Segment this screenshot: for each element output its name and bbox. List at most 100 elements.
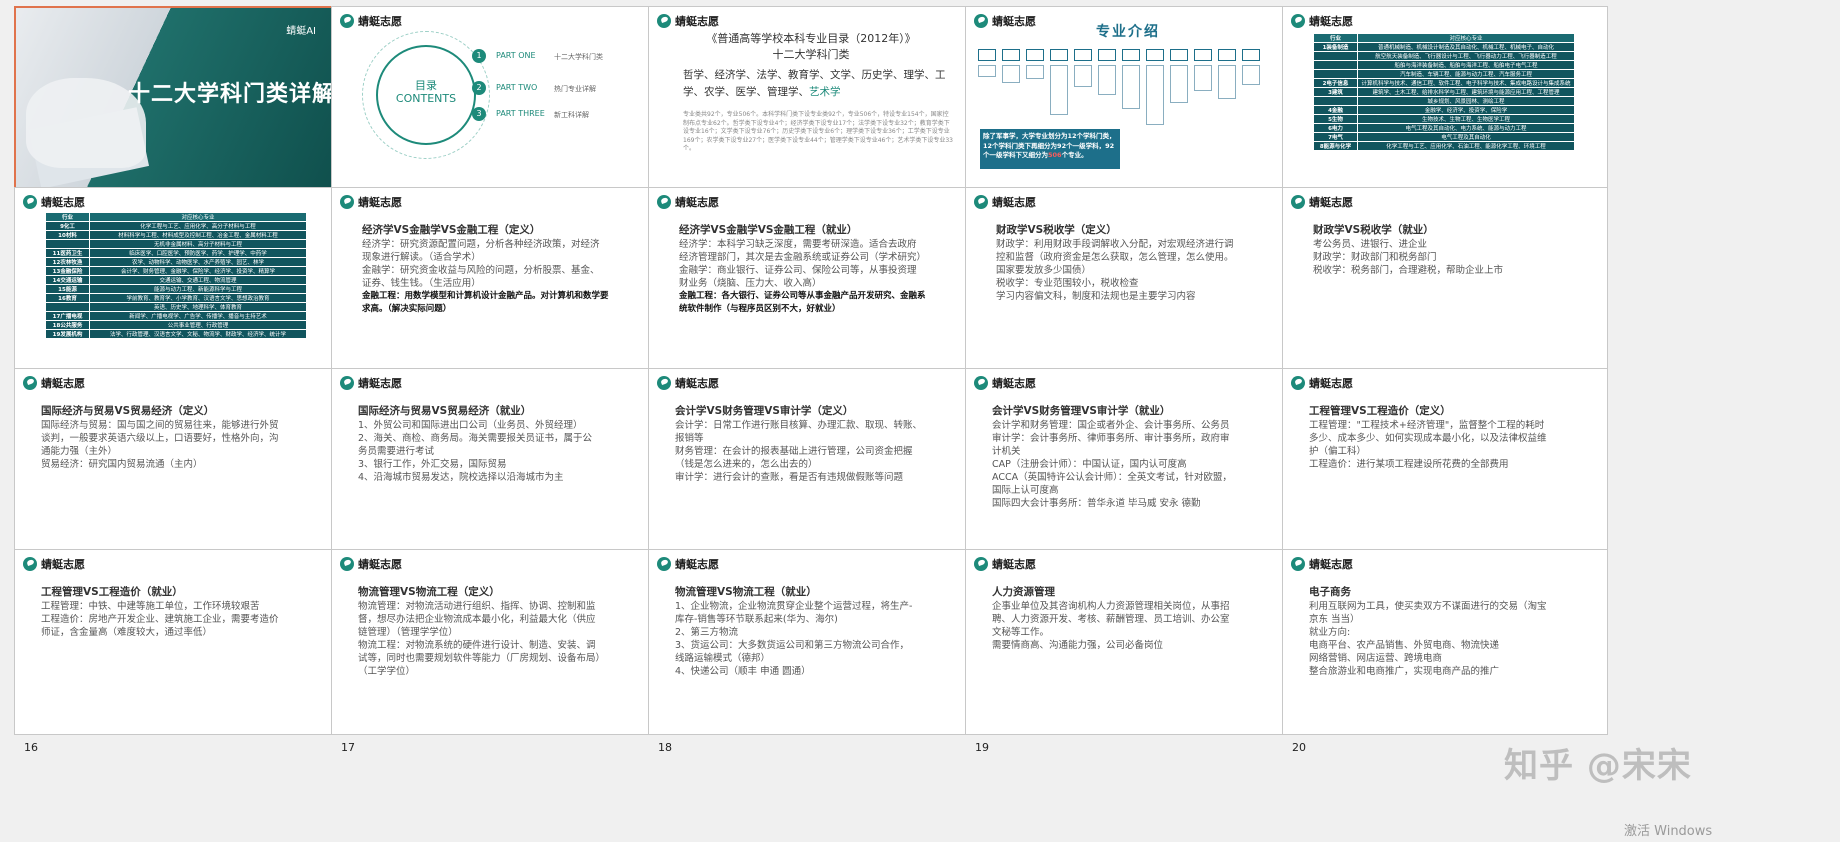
slide-logo: 蜻蜓志愿 (23, 375, 85, 391)
body-line: 通能力强（主外） (41, 446, 118, 457)
slide-thumbnail[interactable]: 蜻蜓志愿 目录 CONTENTS 1 PART ONE 十二大学科门类 2 PART TWO 热… (331, 6, 657, 192)
slide-thumbnail[interactable]: 蜻蜓志愿 人力资源管理 企事业单位及其咨询机构人力资源管理相关岗位，从事招 聘、人力资… (965, 549, 1291, 735)
body-line: 财业务（烧脑、压力大、收入高） (679, 278, 822, 289)
logo-text: 蜻蜓志愿 (675, 377, 719, 390)
toc-desc: 新工科详解 (554, 111, 589, 119)
slide-body: 经济学：本科学习缺乏深度，需要考研深造。适合去政府 经济管理部门，其次是去金融系统… (679, 238, 951, 316)
table-row: 9化工 化学工程与工艺、应用化学、高分子材料与工程 (45, 221, 307, 231)
slide-title: 经济学VS金融学VS金融工程（定义） (362, 224, 541, 236)
table-cell: 电气工程及其自动化 (1357, 132, 1575, 142)
slide-body: 企事业单位及其咨询机构人力资源管理相关岗位，从事招 聘、人力资源开发、考核、薪酬管… (992, 600, 1268, 652)
logo-text: 蜻蜓志愿 (1309, 377, 1353, 390)
dragonfly-logo-icon (974, 376, 988, 390)
slide-thumbnail-cell[interactable]: 蜻蜓志愿 人力资源管理 企事业单位及其咨询机构人力资源管理相关岗位，从事招 聘、人力资… (965, 549, 1291, 761)
slide-thumbnail[interactable]: 蜻蜓志愿 《普通高等学校本科专业目录（2012年）》 十二大学科门类 哲学、经济学、法… (648, 6, 974, 192)
dragonfly-logo-icon (340, 557, 354, 571)
slide-title: 人力资源管理 (992, 586, 1055, 598)
slide-logo: 蜻蜓志愿 (657, 375, 719, 391)
slide-thumbnail[interactable]: 蜻蜓志愿 国际经济与贸易VS贸易经济（定义） 国际经济与贸易：国与国之间的贸易往来，… (14, 368, 340, 554)
slide-thumbnail[interactable]: 蜻蜓志愿 财政学VS税收学（定义） 财政学：利用财政手段调解收入分配，对宏观经济进行… (965, 187, 1291, 373)
dragonfly-logo-icon (1291, 557, 1305, 571)
table-cell (1313, 96, 1358, 106)
discipline-box (1218, 49, 1236, 61)
slide-thumbnail[interactable]: 蜻蜓志愿 会计学VS财务管理VS审计学（就业） 会计学和财务管理：国企或者外企、会计… (965, 368, 1291, 554)
table-cell: 化学工程与工艺、应用化学、石油工程、能源化学工程、环境工程 (1357, 141, 1575, 151)
discipline-box (1074, 49, 1092, 61)
body-line: 经济管理部门，其次是去金融系统或证券公司（学术研究） (679, 252, 927, 263)
slide-logo: 蜻蜓志愿 (340, 13, 402, 29)
slide-title: 电子商务 (1309, 586, 1351, 598)
table-cell: 12农林牧渔 (45, 257, 90, 267)
slide-logo: 蜻蜓志愿 (23, 194, 85, 210)
table-row: 无机非金属材料、高分子材料与工程 (45, 239, 307, 249)
slide-thumbnail[interactable]: 蜻蜓志愿 工程管理VS工程造价（定义） 工程管理："工程技术+经济管理"，监督整个工… (1282, 368, 1608, 554)
slide-thumbnail[interactable]: 蜻蜓AI 十二大学科门类详解 (14, 6, 340, 192)
slide-body: 经济学：研究资源配置问题，分析各种经济政策，对经济 现象进行解读。（适合学术） 金融… (362, 238, 634, 316)
table-row: 11医药卫生 临床医学、口腔医学、预防医学、药学、护理学、中药学 (45, 248, 307, 258)
body-line: 3、银行工作，外汇交易，国际贸易 (358, 459, 507, 470)
slide-thumbnail[interactable]: 蜻蜓志愿 电子商务 利用互联网为工具，使买卖双方不谋面进行的交易（淘宝 京东 当当） 就… (1282, 549, 1608, 735)
table-cell (1313, 69, 1358, 79)
body-line: 学习内容偏文科，制度和法规也是主要学习内容 (996, 291, 1196, 302)
slide-thumbnail-cell[interactable]: 蜻蜓志愿 工程管理VS工程造价（就业） 工程管理：中铁、中建等施工单位，工作环境较艰… (14, 549, 340, 761)
table-cell: 城乡规划、风景园林、测绘工程 (1357, 96, 1575, 106)
slide-thumbnail-cell[interactable]: 蜻蜓志愿 物流管理VS物流工程（定义） 物流管理：对物流活动进行组织、指挥、协调、控… (331, 549, 657, 761)
table-cell: 7电气 (1313, 132, 1358, 142)
slide-title: 物流管理VS物流工程（就业） (675, 586, 817, 598)
table-row: 2电子信息 计算机科学与技术、通信工程、软件工程、电子科学与技术、集成电路设计与集… (1313, 78, 1575, 88)
table-row: 17广播电视 新闻学、广播电视学、广告学、传播学、播音与主持艺术 (45, 311, 307, 321)
slide-thumbnail[interactable]: 蜻蜓志愿 经济学VS金融学VS金融工程（就业） 经济学：本科学习缺乏深度，需要考研深… (648, 187, 974, 373)
discipline-branch (1026, 65, 1044, 79)
table-cell: 船舶与海洋装备制造、船舶与海洋工程、船舶电子电气工程 (1357, 60, 1575, 70)
body-line: 库存-销售等环节联系起来(华为、海尔) (675, 614, 838, 625)
discipline-branch (1170, 65, 1188, 103)
body-line: 4、沿海城市贸易发达，院校选择以沿海城市为主 (358, 472, 564, 483)
body-line: 需要情商高、沟通能力强，公司必备岗位 (992, 640, 1164, 651)
body-line: 1、外贸公司和国际进出口公司（业务员、外贸经理） (358, 420, 583, 431)
slide-title: 物流管理VS物流工程（定义） (358, 586, 500, 598)
slide-thumbnail[interactable]: 蜻蜓志愿 专业介绍 除了军事学，大学专业划分为12个学科门类，12个学科门类下再细分… (965, 6, 1291, 192)
slide-logo: 蜻蜓志愿 (974, 194, 1036, 210)
table-cell: 9化工 (45, 221, 90, 231)
slide-logo: 蜻蜓志愿 (1291, 13, 1353, 29)
slide-thumbnail[interactable]: 蜻蜓志愿 工程管理VS工程造价（就业） 工程管理：中铁、中建等施工单位，工作环境较艰… (14, 549, 340, 735)
slide-thumbnail[interactable]: 蜻蜓志愿 行业 对应核心专业 1装备制造 普通机械制造、机械设计制造及其自动化、机械工程… (1282, 6, 1608, 192)
slide-thumbnail[interactable]: 蜻蜓志愿 会计学VS财务管理VS审计学（定义） 会计学：日常工作进行账目核算、办理汇… (648, 368, 974, 554)
dragonfly-logo-icon (340, 195, 354, 209)
slide-body: 会计学和财务管理：国企或者外企、会计事务所、公务员 审计学：会计事务所、律师事务所… (992, 419, 1268, 510)
logo-text: 蜻蜓志愿 (358, 377, 402, 390)
table-cell: 能源与动力工程、新能源科学与工程 (89, 284, 307, 294)
body-line: 金融学：研究资金收益与风险的问题，分析股票、基金、 (362, 265, 600, 276)
table-cell: 公共事业管理、行政管理 (89, 320, 307, 330)
table-cell (45, 239, 90, 249)
slide-thumbnail[interactable]: 蜻蜓志愿 物流管理VS物流工程（定义） 物流管理：对物流活动进行组织、指挥、协调、控… (331, 549, 657, 735)
slide-thumbnail[interactable]: 蜻蜓志愿 物流管理VS物流工程（就业） 1、企业物流，企业物流贯穿企业整个运营过程，… (648, 549, 974, 735)
slide-logo: 蜻蜓志愿 (340, 375, 402, 391)
slide-logo: 蜻蜓志愿 (340, 556, 402, 572)
table-cell: 13金融保险 (45, 266, 90, 276)
slide-thumbnail[interactable]: 蜻蜓志愿 行业 对应核心专业 9化工 化学工程与工艺、应用化学、高分子材料与工程 10材料… (14, 187, 340, 373)
body-line: 计机关 (992, 446, 1021, 457)
dragonfly-logo-icon (23, 557, 37, 571)
dragonfly-logo-icon (657, 14, 671, 28)
body-line: 工程管理："工程技术+经济管理"，监督整个工程的耗时 (1309, 420, 1545, 431)
discipline-box (1050, 49, 1068, 61)
body-line: 务员需要进行考试 (358, 446, 435, 457)
slide-logo: 蜻蜓志愿 (1291, 375, 1353, 391)
slide-thumbnail[interactable]: 蜻蜓志愿 国际经济与贸易VS贸易经济（就业） 1、外贸公司和国际进出口公司（业务员、… (331, 368, 657, 554)
table-cell: 4金融 (1313, 105, 1358, 115)
contents-label-cn: 目录 (415, 79, 437, 92)
slide-thumbnail-cell[interactable]: 蜻蜓志愿 电子商务 利用互联网为工具，使买卖双方不谋面进行的交易（淘宝 京东 当当） 就… (1282, 549, 1608, 761)
discipline-branch (1074, 65, 1092, 87)
note-count: 506 (1048, 151, 1062, 159)
slide-thumbnail-cell[interactable]: 蜻蜓志愿 物流管理VS物流工程（就业） 1、企业物流，企业物流贯穿企业整个运营过程，… (648, 549, 974, 761)
body-line: 财政学：利用财政手段调解收入分配，对宏观经济进行调 (996, 239, 1234, 250)
slide-thumbnail[interactable]: 蜻蜓志愿经济学VS金融学VS金融工程（定义） 经济学：研究资源配置问题，分析各种经… (331, 187, 657, 373)
slide-thumbnail[interactable]: 蜻蜓志愿 财政学VS税收学（就业） 考公务员、进银行、进企业 财政学：财政部门和税务部… (1282, 187, 1608, 373)
slide-logo: 蜻蜓志愿 (340, 194, 402, 210)
table-row: 13金融保险 会计学、财务管理、金融学、保险学、经济学、投资学、精算学 (45, 266, 307, 276)
body-line: 4、快递公司（顺丰 申通 圆通） (675, 666, 811, 677)
slide-number: 16 (24, 741, 38, 754)
toc-part: PART ONE (496, 51, 536, 60)
body-line: 国际四大会计事务所：普华永道 毕马威 安永 德勤 (992, 498, 1201, 509)
